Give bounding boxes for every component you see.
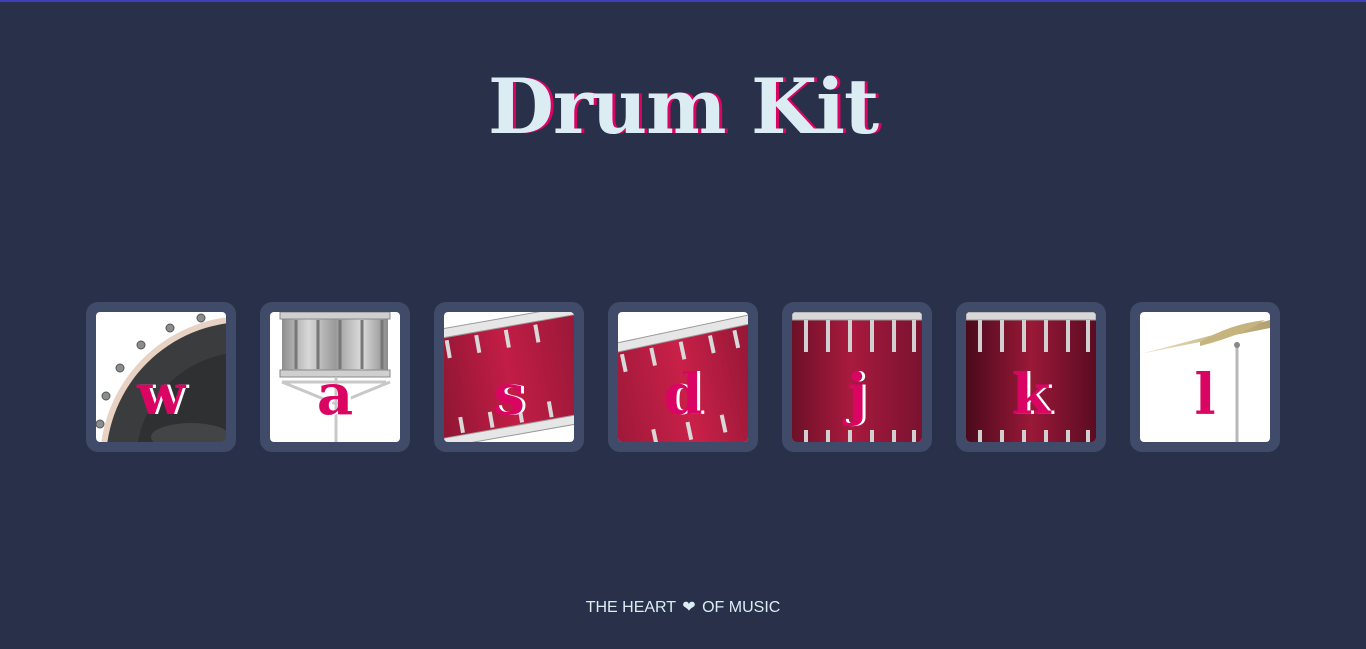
page-title: Drum Kit (487, 62, 879, 151)
drum-key-label: j (846, 362, 868, 428)
red-tom-image: s (444, 312, 574, 442)
drum-key-label: d (663, 362, 703, 428)
snare-drum-image: a (270, 312, 400, 442)
drum-key-label: a (316, 362, 354, 428)
floor-tom-image: k (966, 312, 1096, 442)
heart-icon: ❤ (682, 599, 696, 616)
drum-key-label: k (1011, 362, 1051, 428)
drum-button-k[interactable]: k (956, 302, 1106, 452)
drum-key-label: s (493, 362, 525, 428)
red-tom-image: d (618, 312, 748, 442)
bass-drum-head-image: w (96, 312, 226, 442)
drum-button-w[interactable]: w (86, 302, 236, 452)
drum-button-d[interactable]: d (608, 302, 758, 452)
footer: THE HEART ❤ OF MUSIC (0, 598, 1366, 618)
drum-button-j[interactable]: j (782, 302, 932, 452)
drum-key-label: l (1194, 362, 1216, 428)
footer-text-after: OF MUSIC (702, 599, 781, 616)
drum-set: w a s d j k l (86, 302, 1280, 452)
cymbal-image: l (1140, 312, 1270, 442)
drum-button-a[interactable]: a (260, 302, 410, 452)
footer-text-before: THE HEART (585, 599, 676, 616)
drum-key-label: w (136, 362, 186, 428)
floor-tom-image: j (792, 312, 922, 442)
drum-button-s[interactable]: s (434, 302, 584, 452)
drum-button-l[interactable]: l (1130, 302, 1280, 452)
